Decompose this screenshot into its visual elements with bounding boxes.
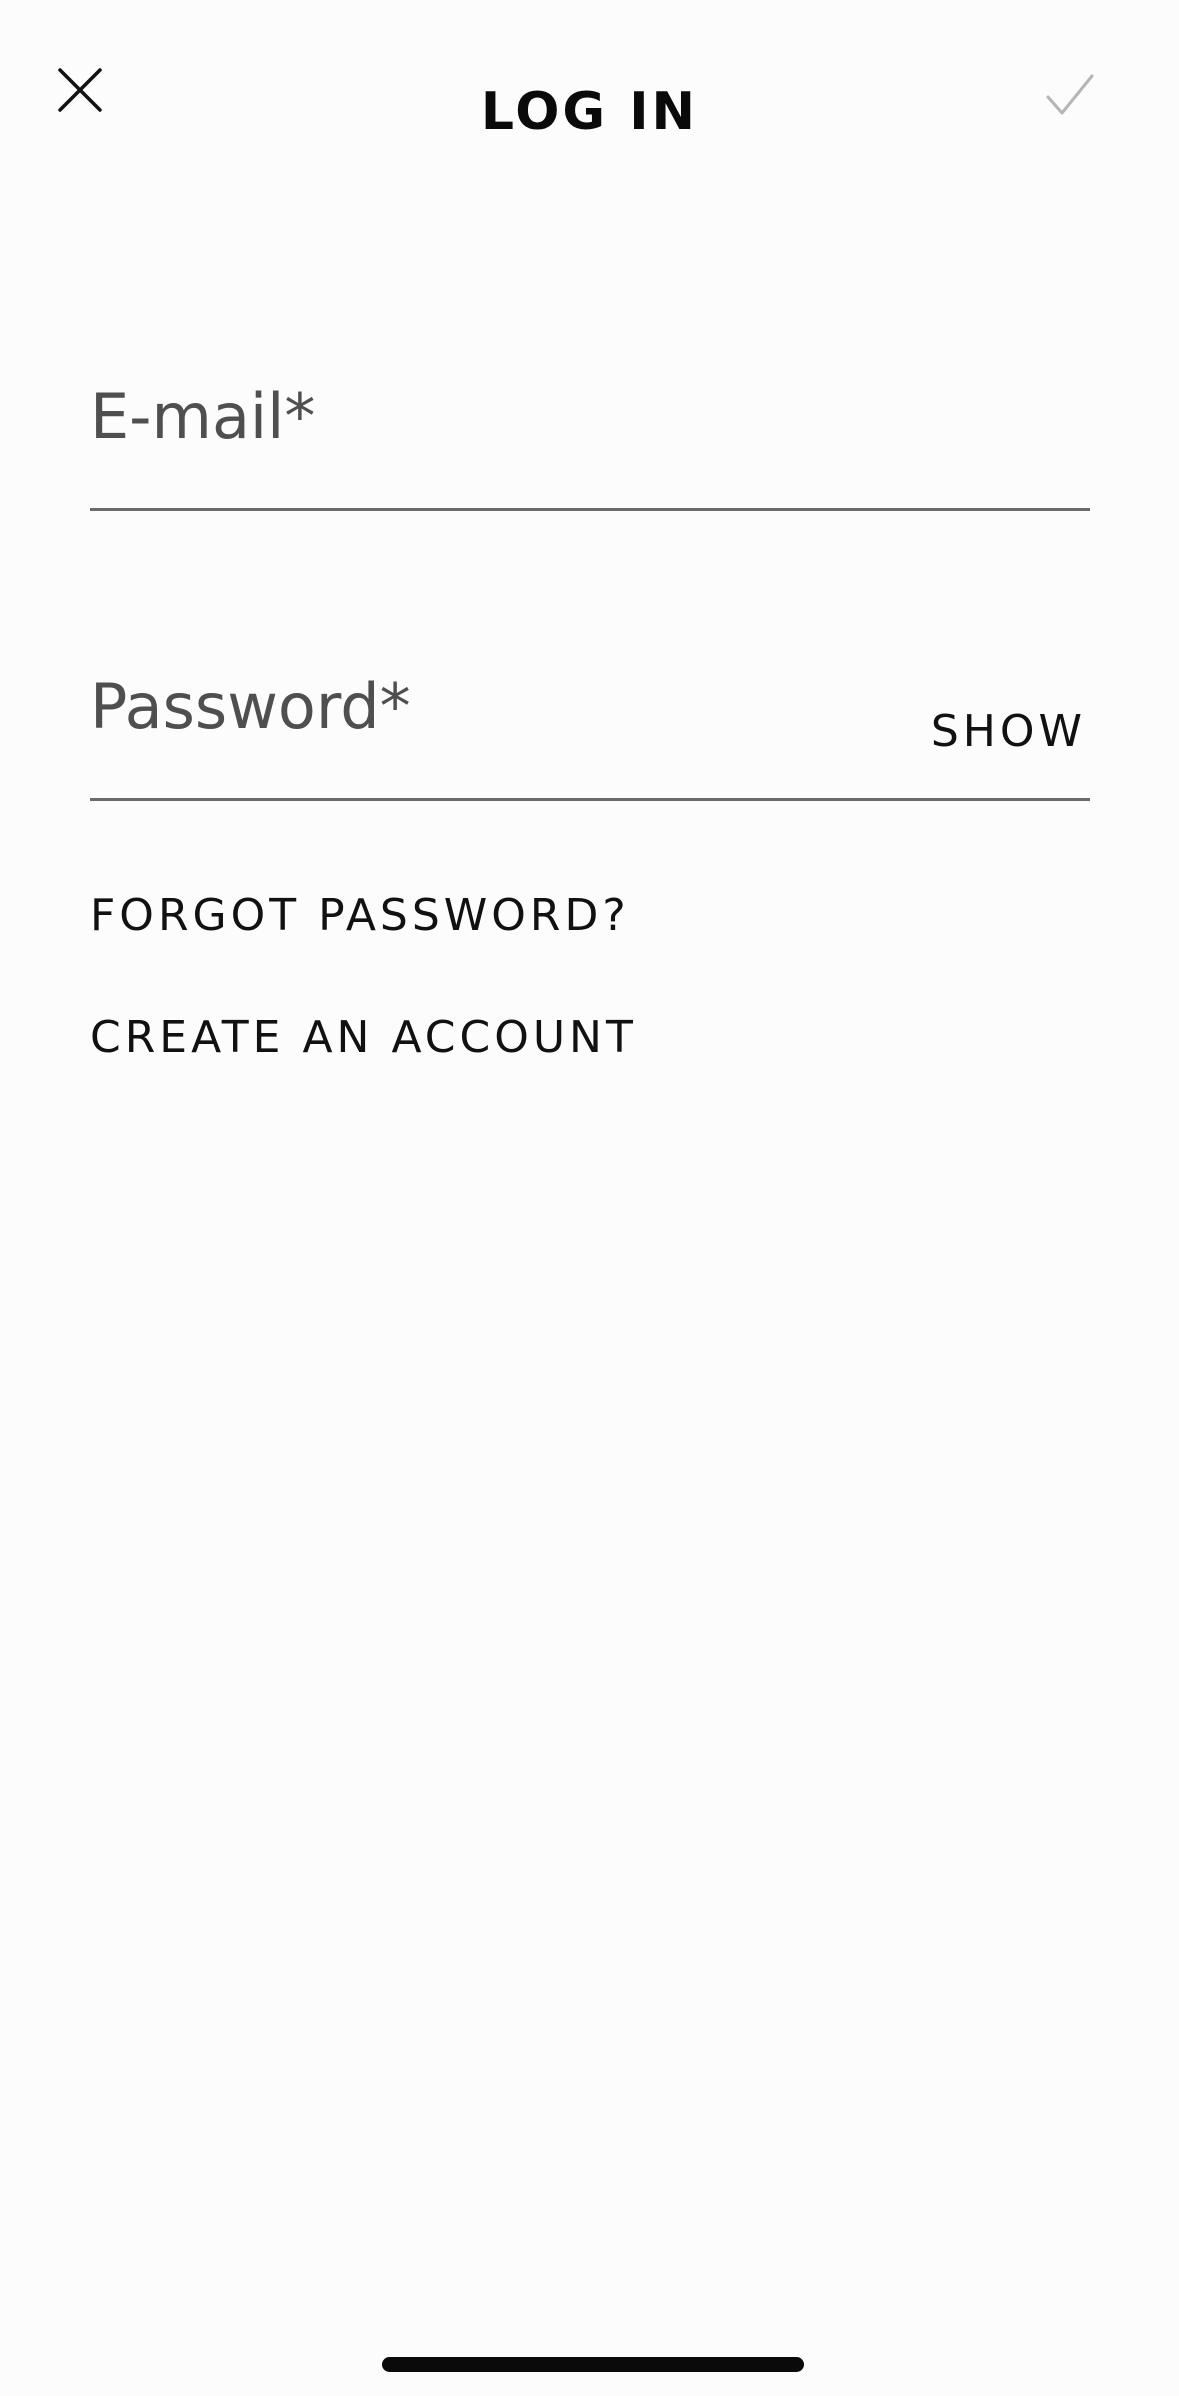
nav-header: LOG IN xyxy=(0,0,1179,200)
create-account-link[interactable]: CREATE AN ACCOUNT xyxy=(90,1012,637,1063)
show-password-button[interactable]: SHOW xyxy=(931,706,1086,757)
forgot-password-link[interactable]: FORGOT PASSWORD? xyxy=(90,890,630,941)
page-title: LOG IN xyxy=(480,82,699,142)
email-field[interactable]: E-mail* xyxy=(90,360,1094,511)
password-field[interactable]: Password* SHOW xyxy=(90,650,1094,801)
home-indicator[interactable] xyxy=(382,2357,804,2372)
email-input[interactable] xyxy=(90,360,1094,510)
confirm-button[interactable] xyxy=(1030,55,1110,135)
checkmark-icon xyxy=(1046,74,1094,115)
